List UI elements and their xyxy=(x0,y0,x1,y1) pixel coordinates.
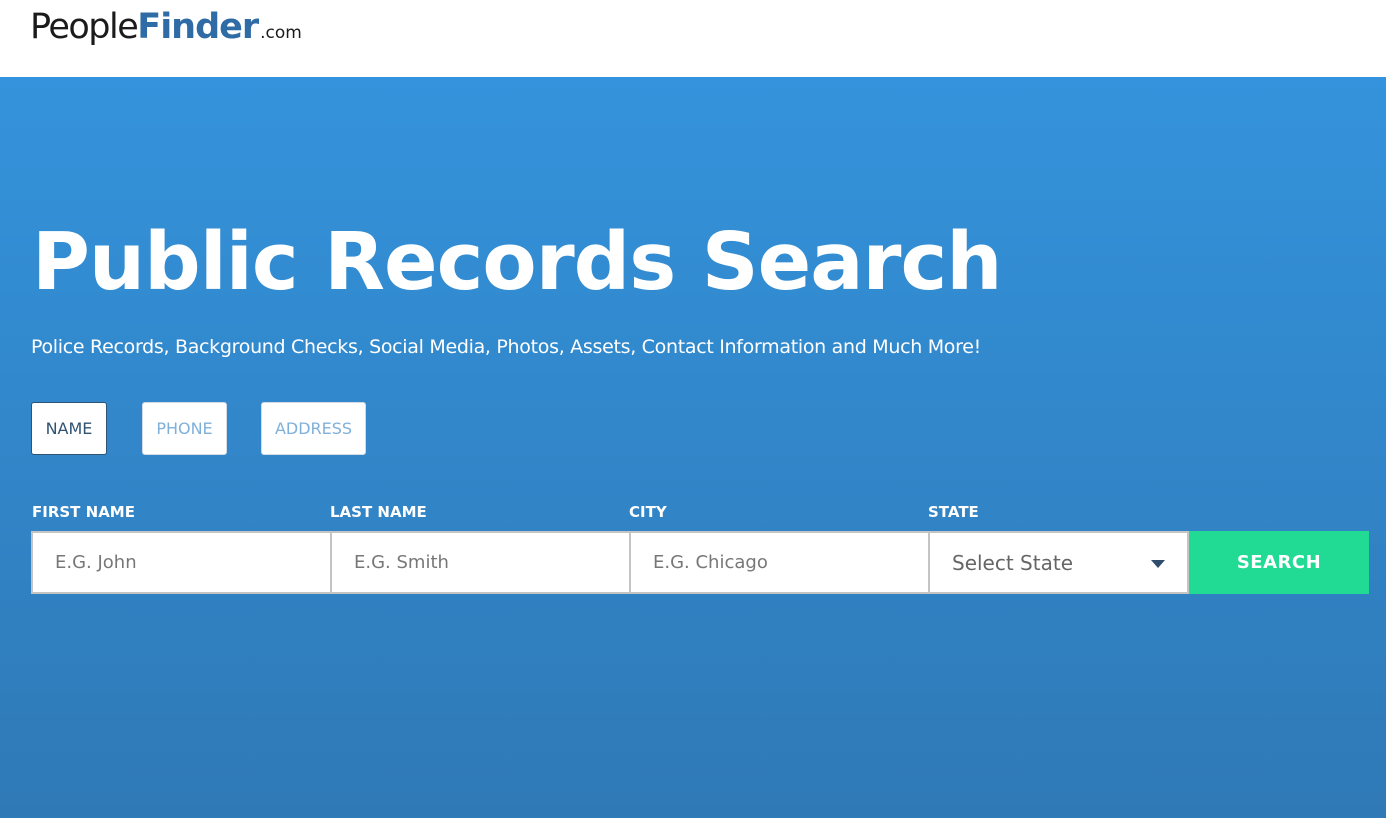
tab-phone[interactable]: PHONE xyxy=(142,402,227,455)
page-subtitle: Police Records, Background Checks, Socia… xyxy=(31,336,981,358)
site-logo[interactable]: People Finder .com xyxy=(30,7,302,47)
logo-text-finder: Finder xyxy=(137,7,259,47)
logo-text-com: .com xyxy=(260,23,302,43)
last-name-label: LAST NAME xyxy=(330,503,427,521)
search-button[interactable]: SEARCH xyxy=(1189,531,1369,594)
top-header: People Finder .com xyxy=(0,0,1386,77)
logo-text-people: People xyxy=(30,7,139,47)
tab-address[interactable]: ADDRESS xyxy=(261,402,366,455)
page-title: Public Records Search xyxy=(32,216,1003,308)
state-select-value: Select State xyxy=(952,550,1073,575)
tab-name[interactable]: NAME xyxy=(31,402,107,455)
city-label: CITY xyxy=(629,503,667,521)
first-name-label: FIRST NAME xyxy=(32,503,135,521)
first-name-input[interactable] xyxy=(31,531,332,594)
state-select[interactable]: Select State xyxy=(928,531,1189,594)
state-label: STATE xyxy=(928,503,979,521)
hero-section: Public Records Search Police Records, Ba… xyxy=(0,77,1386,818)
last-name-input[interactable] xyxy=(330,531,631,594)
chevron-down-icon xyxy=(1151,559,1165,568)
city-input[interactable] xyxy=(629,531,930,594)
